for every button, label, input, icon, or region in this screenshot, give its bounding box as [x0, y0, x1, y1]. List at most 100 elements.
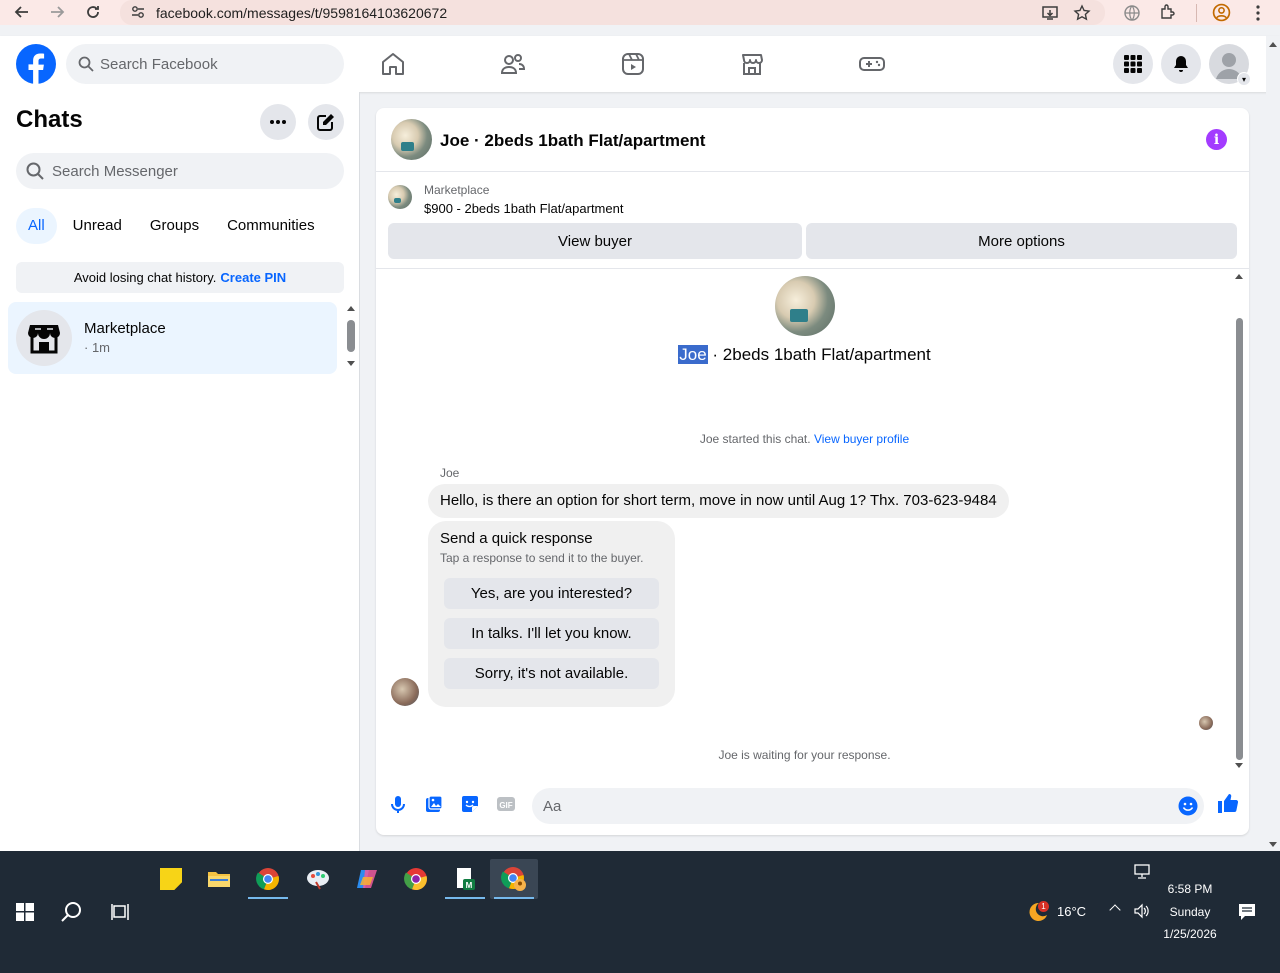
buyer-avatar[interactable] [391, 678, 419, 706]
microphone-icon[interactable] [388, 794, 408, 814]
search-icon [26, 162, 44, 180]
messenger-search-input[interactable]: Search Messenger [16, 153, 344, 189]
emoji-icon[interactable] [1178, 796, 1198, 816]
quick-response-in-talks-button[interactable]: In talks. I'll let you know. [444, 618, 659, 649]
network-display-icon[interactable] [1133, 864, 1151, 880]
volume-icon[interactable] [1133, 903, 1151, 919]
scroll-up-icon[interactable] [1235, 274, 1243, 279]
friends-icon[interactable] [499, 50, 527, 78]
filter-all[interactable]: All [16, 208, 57, 244]
thread-scrollbar[interactable] [1233, 274, 1245, 768]
listing-small-thumbnail[interactable] [388, 185, 412, 209]
bookmark-star-icon[interactable] [1073, 4, 1091, 22]
scroll-thumb[interactable] [347, 320, 355, 352]
scroll-down-icon[interactable] [1269, 842, 1277, 847]
translate-icon[interactable] [1123, 4, 1141, 22]
folder-icon [208, 872, 230, 887]
chrome-icon [256, 868, 279, 891]
video-icon[interactable] [619, 50, 647, 78]
filter-groups[interactable]: Groups [138, 208, 211, 244]
chats-sidebar: Chats Search Messenger All Unread Groups… [0, 92, 360, 851]
home-icon[interactable] [379, 50, 407, 78]
thread-title: Joe · 2beds 1bath Flat/apartment [376, 345, 1233, 365]
task-view-icon[interactable] [111, 903, 129, 921]
profile-icon[interactable] [1212, 3, 1231, 22]
listing-thumbnail[interactable] [391, 119, 432, 160]
scroll-up-icon[interactable] [347, 306, 355, 311]
filter-unread[interactable]: Unread [61, 208, 134, 244]
taskbar-sticky-notes[interactable] [147, 859, 195, 899]
scroll-thumb[interactable] [1236, 318, 1243, 760]
chevron-up-icon[interactable] [1109, 904, 1121, 916]
taskbar-file-explorer[interactable] [195, 859, 243, 899]
scroll-up-icon[interactable] [1269, 42, 1277, 47]
chat-item-marketplace[interactable]: Marketplace · 1m [8, 302, 337, 374]
marketplace-avatar [16, 310, 72, 366]
browser-menu-icon[interactable] [1251, 4, 1265, 22]
conversation-panel: Joe · 2beds 1bath Flat/apartment i Marke… [376, 108, 1249, 835]
message-input-placeholder: Aa [543, 797, 562, 815]
more-options-button[interactable]: More options [806, 223, 1237, 259]
clock-date[interactable]: 1/25/2026 [1155, 927, 1225, 941]
forward-icon[interactable] [45, 0, 69, 24]
page-scrollbar[interactable] [1266, 36, 1280, 851]
sticker-icon[interactable] [460, 794, 480, 814]
conversation-title[interactable]: Joe · 2beds 1bath Flat/apartment [440, 131, 705, 151]
search-icon[interactable] [61, 901, 83, 923]
quick-response-not-available-button[interactable]: Sorry, it's not available. [444, 658, 659, 689]
taskbar-chrome-profile[interactable] [490, 859, 538, 899]
new-message-button[interactable] [308, 104, 344, 140]
toolbar-divider [1196, 4, 1197, 22]
quick-response-yes-button[interactable]: Yes, are you interested? [444, 578, 659, 609]
taskbar-chrome-2[interactable] [392, 859, 440, 899]
extensions-icon[interactable] [1159, 3, 1177, 21]
messenger-search-placeholder: Search Messenger [52, 162, 178, 180]
listing-price-title[interactable]: $900 - 2beds 1bath Flat/apartment [424, 201, 623, 216]
pin-banner-text: Avoid losing chat history. [73, 270, 217, 285]
url-text: facebook.com/messages/t/9598164103620672 [156, 4, 448, 21]
filter-communities[interactable]: Communities [215, 208, 327, 244]
sidebar-scrollbar[interactable] [346, 306, 356, 368]
menu-grid-button[interactable] [1113, 44, 1153, 84]
back-icon[interactable] [10, 0, 34, 24]
message-bubble[interactable]: Hello, is there an option for short term… [428, 484, 1009, 518]
chrome-profile-icon [501, 867, 526, 891]
photo-icon[interactable] [424, 794, 444, 814]
message-thread: Joe · 2beds 1bath Flat/apartment Joe sta… [376, 270, 1249, 772]
create-pin-link[interactable]: Create PIN [220, 270, 286, 285]
marketplace-icon[interactable] [738, 50, 766, 78]
facebook-search-input[interactable]: Search Facebook [66, 44, 344, 84]
scroll-down-icon[interactable] [347, 361, 355, 366]
info-icon[interactable]: i [1206, 129, 1227, 150]
more-icon [270, 120, 286, 124]
taskbar-document-app[interactable]: M [441, 859, 489, 899]
account-button[interactable]: ▾ [1209, 44, 1251, 86]
taskbar-chrome[interactable] [244, 859, 292, 899]
reload-icon[interactable] [81, 0, 105, 24]
gaming-icon[interactable] [858, 50, 886, 78]
taskbar-copilot[interactable] [343, 859, 391, 899]
view-buyer-button[interactable]: View buyer [388, 223, 802, 259]
notification-center-icon[interactable] [1238, 903, 1256, 921]
address-bar[interactable]: facebook.com/messages/t/9598164103620672 [120, 0, 1105, 25]
clock-day[interactable]: Sunday [1160, 905, 1220, 919]
gif-icon[interactable]: GIF [496, 794, 516, 814]
message-input[interactable]: Aa [532, 788, 1204, 824]
taskbar-paint[interactable] [294, 859, 342, 899]
sticky-notes-icon [160, 868, 182, 890]
temperature[interactable]: 16°C [1057, 904, 1086, 919]
windows-start-icon[interactable] [16, 903, 34, 921]
bell-icon [1174, 56, 1188, 72]
clock-time[interactable]: 6:58 PM [1160, 882, 1220, 896]
scroll-down-icon[interactable] [1235, 763, 1243, 768]
notifications-button[interactable] [1161, 44, 1201, 84]
view-buyer-profile-link[interactable]: View buyer profile [814, 432, 909, 446]
search-icon [78, 56, 94, 72]
install-app-icon[interactable] [1041, 4, 1059, 22]
chats-options-button[interactable] [260, 104, 296, 140]
facebook-search-placeholder: Search Facebook [100, 55, 218, 73]
facebook-logo-icon[interactable] [16, 44, 56, 84]
site-settings-icon[interactable] [130, 4, 146, 20]
chat-time: · 1m [84, 340, 110, 355]
like-icon[interactable] [1216, 792, 1238, 814]
